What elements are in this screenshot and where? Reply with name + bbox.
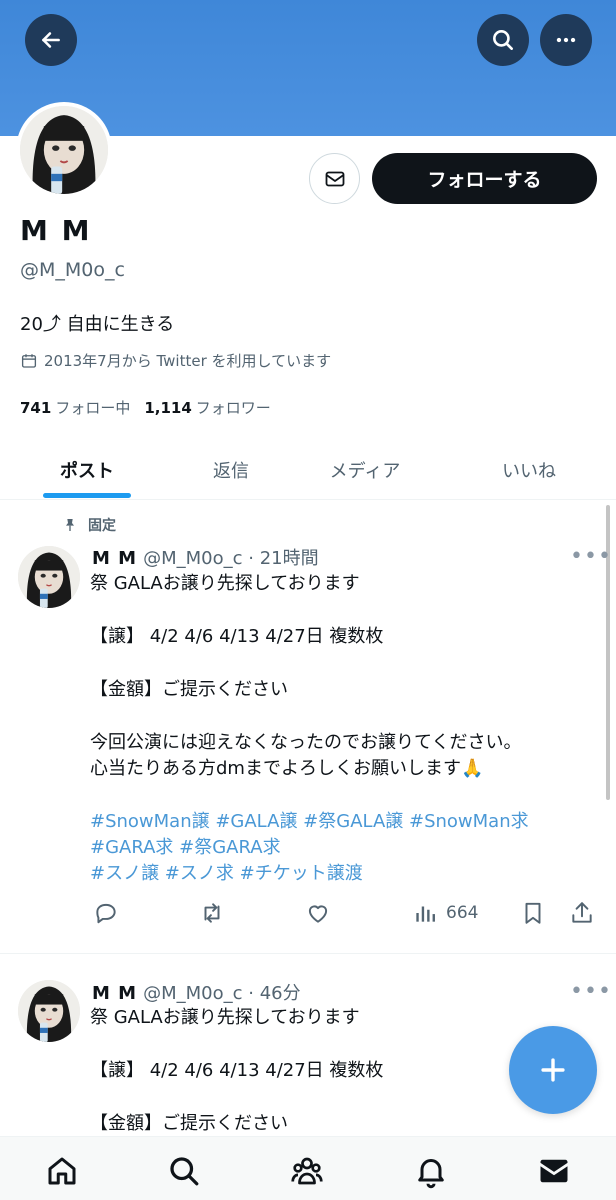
views-icon [416, 906, 435, 922]
tweet-author-name[interactable]: M M [92, 983, 137, 1004]
following-label: フォロー中 [55, 399, 131, 417]
bookmark-button[interactable] [520, 893, 546, 933]
following-count: 741 [20, 399, 52, 417]
follow-button[interactable]: フォローする [372, 153, 597, 204]
nav-home[interactable] [42, 1151, 82, 1191]
retweet-button[interactable] [199, 893, 225, 933]
back-button[interactable] [25, 14, 77, 66]
hashtag-line[interactable]: #SnowMan譲 #GALA譲 #祭GALA譲 #SnowMan求 [90, 809, 529, 835]
bell-icon [418, 1159, 444, 1189]
following-link[interactable]: 741 フォロー中 [20, 397, 130, 418]
tweet-line: 祭 GALAお譲り先探しております [90, 573, 360, 594]
profile-avatar[interactable] [16, 102, 112, 198]
tweet-actions: 664 [0, 893, 616, 933]
followers-count: 1,114 [144, 399, 192, 417]
tab-media[interactable]: メディア [298, 440, 432, 500]
search-icon [170, 1157, 199, 1186]
tweet-line: 【金額】ご提示ください [90, 679, 288, 700]
followers-label: フォロワー [195, 399, 271, 417]
followers-link[interactable]: 1,114 フォロワー [144, 397, 270, 418]
nav-notifications[interactable] [411, 1151, 451, 1191]
nav-search[interactable] [164, 1151, 204, 1191]
envelope-icon [540, 1159, 568, 1183]
tab-replies[interactable]: 返信 [164, 440, 298, 500]
message-button[interactable] [309, 153, 360, 204]
nav-messages[interactable] [534, 1151, 574, 1191]
tweet-time[interactable]: 46分 [260, 983, 301, 1004]
profile-bio: 20⤴︎ 自由に生きる [20, 314, 175, 335]
tweet-more-icon[interactable]: ••• [570, 979, 612, 1004]
tweet-header: M M @M_M0o_c · 46分 [92, 983, 301, 1004]
profile-name: M M [20, 214, 92, 247]
tweet-time[interactable]: 21時間 [260, 548, 319, 569]
hashtag-line[interactable]: #GARA求 #祭GARA求 [90, 835, 529, 861]
pinned-label: 固定 [62, 515, 116, 535]
bottom-navigation [0, 1136, 616, 1200]
tweet-body: 祭 GALAお譲り先探しております 【譲】 4/2 4/6 4/13 4/27日… [90, 1005, 383, 1137]
back-arrow-icon [42, 32, 60, 48]
retweet-icon [204, 903, 220, 923]
pin-icon [66, 519, 74, 531]
tweet-avatar[interactable] [18, 980, 80, 1042]
tweet-line: 【金額】ご提示ください [90, 1113, 288, 1134]
profile-tabs: ポスト 返信 メディア いいね [0, 440, 616, 500]
pinned-text: 固定 [88, 518, 116, 534]
like-button[interactable] [305, 893, 331, 933]
nav-communities[interactable] [287, 1151, 327, 1191]
tweet-divider [0, 953, 616, 954]
tweet-author-handle[interactable]: @M_M0o_c [143, 548, 242, 569]
follow-stats: 741 フォロー中 1,114 フォロワー [20, 397, 271, 418]
share-icon [572, 902, 592, 923]
people-icon [291, 1157, 323, 1185]
like-icon [308, 905, 328, 923]
tweet-author-handle[interactable]: @M_M0o_c [143, 983, 242, 1004]
mail-icon [325, 171, 344, 186]
tweet-avatar[interactable] [18, 546, 80, 608]
tweet-header: M M @M_M0o_c · 21時間 [92, 548, 319, 569]
search-icon [493, 30, 513, 50]
calendar-icon [21, 353, 37, 368]
tweet-line: 【譲】 4/2 4/6 4/13 4/27日 複数枚 [90, 626, 384, 647]
compose-button[interactable] [509, 1026, 597, 1114]
search-button[interactable] [477, 14, 529, 66]
plus-icon [541, 1058, 565, 1082]
reply-button[interactable] [93, 893, 119, 933]
join-date: 2013年7月から Twitter を利用しています [20, 350, 331, 371]
tweet-line: 【譲】 4/2 4/6 4/13 4/27日 複数枚 [90, 1060, 384, 1081]
tweet-more-icon[interactable]: ••• [570, 544, 612, 569]
tweet-author-name[interactable]: M M [92, 548, 137, 569]
tweet-body: 祭 GALAお譲り先探しております 【譲】 4/2 4/6 4/13 4/27日… [90, 571, 529, 887]
views-button[interactable]: 664 [412, 893, 478, 933]
profile-handle: @M_M0o_c [20, 259, 125, 281]
hashtag-line[interactable]: #スノ譲 #スノ求 #チケット譲渡 [90, 861, 529, 887]
home-icon [48, 1157, 76, 1185]
tab-likes[interactable]: いいね [462, 440, 596, 500]
share-button[interactable] [569, 893, 595, 933]
more-icon [556, 37, 576, 43]
active-tab-indicator [43, 493, 131, 498]
bookmark-icon [525, 902, 541, 924]
views-count: 664 [446, 903, 479, 923]
more-options-button[interactable] [540, 14, 592, 66]
tab-posts[interactable]: ポスト [20, 440, 154, 500]
tweet-line: 心当たりある方dmまでよろしくお願いします🙏 [90, 758, 484, 779]
reply-icon [96, 903, 116, 924]
join-date-text: 2013年7月から Twitter を利用しています [44, 352, 332, 370]
tweet-line: 今回公演には迎えなくなったのでお譲りてください。 [90, 732, 522, 753]
tweet-line: 祭 GALAお譲り先探しております [90, 1007, 360, 1028]
